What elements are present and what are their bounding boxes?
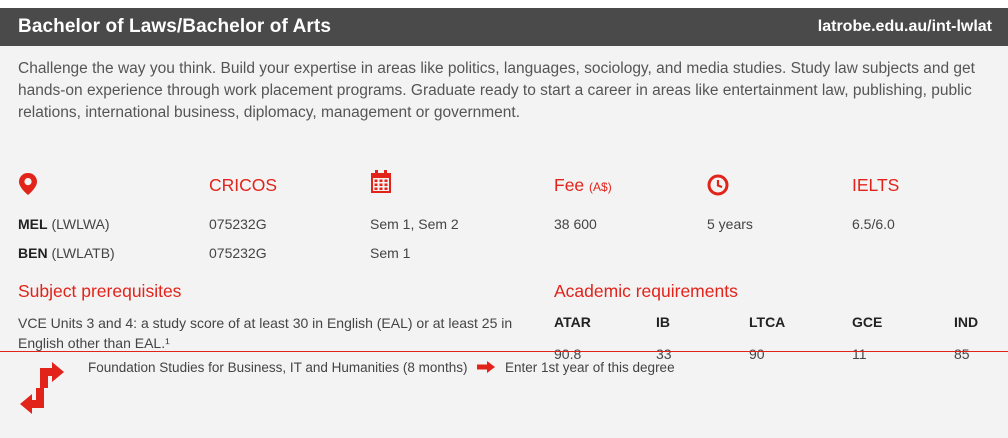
intake-value: Sem 1 <box>370 245 411 261</box>
course-title: Bachelor of Laws/Bachelor of Arts <box>18 16 331 37</box>
fee-value: 38 600 <box>554 216 597 232</box>
campus-code: (LWLATB) <box>51 245 115 261</box>
course-intro: Challenge the way you think. Build your … <box>18 60 975 121</box>
duration-value: 5 years <box>707 216 753 232</box>
campus-row-mel: MEL (LWLWA) <box>18 216 110 232</box>
campus-code: (LWLWA) <box>51 216 110 232</box>
pathway-to: Enter 1st year of this degree <box>504 360 675 375</box>
clock-icon <box>707 174 729 201</box>
location-pin-icon <box>18 172 38 201</box>
academic-col-ind: IND <box>954 314 979 330</box>
section-divider <box>0 351 1008 352</box>
course-card: Bachelor of Laws/Bachelor of Arts latrob… <box>0 0 1008 438</box>
cricos-value: 075232G <box>209 216 267 232</box>
arrow-right-icon <box>477 360 496 376</box>
calendar-icon <box>370 170 392 199</box>
academic-col-gce: GCE <box>852 314 883 330</box>
pathway-arrows-icon <box>18 358 66 427</box>
ielts-value: 6.5/6.0 <box>852 216 895 232</box>
ielts-heading: IELTS <box>852 175 900 195</box>
fee-heading-unit: (A$) <box>589 180 612 194</box>
campus-name: MEL <box>18 216 48 232</box>
pathway-from: Foundation Studies for Business, IT and … <box>88 360 468 375</box>
course-url[interactable]: latrobe.edu.au/int-lwlat <box>818 18 992 36</box>
academic-value-ltca: 90 <box>749 346 765 362</box>
course-header: Bachelor of Laws/Bachelor of Arts latrob… <box>0 8 1008 46</box>
cricos-value: 075232G <box>209 245 267 261</box>
pathway-row: Foundation Studies for Business, IT and … <box>88 360 675 376</box>
cricos-heading: CRICOS <box>209 175 278 195</box>
course-body: Challenge the way you think. Build your … <box>0 46 1008 438</box>
academic-col-ib: IB <box>656 314 670 330</box>
campus-name: BEN <box>18 245 48 261</box>
academic-col-atar: ATAR <box>554 314 591 330</box>
academic-col-ltca: LTCA <box>749 314 786 330</box>
academic-value-gce: 11 <box>852 346 867 362</box>
fee-heading-label: Fee <box>554 175 585 195</box>
prerequisites-heading: Subject prerequisites <box>18 281 182 301</box>
academic-heading: Academic requirements <box>554 281 738 301</box>
academic-value-ind: 85 <box>954 346 970 362</box>
campus-row-ben: BEN (LWLATB) <box>18 245 115 261</box>
fee-heading: Fee (A$) <box>554 175 612 196</box>
prerequisites-text: VCE Units 3 and 4: a study score of at l… <box>18 315 513 351</box>
intake-value: Sem 1, Sem 2 <box>370 216 459 232</box>
